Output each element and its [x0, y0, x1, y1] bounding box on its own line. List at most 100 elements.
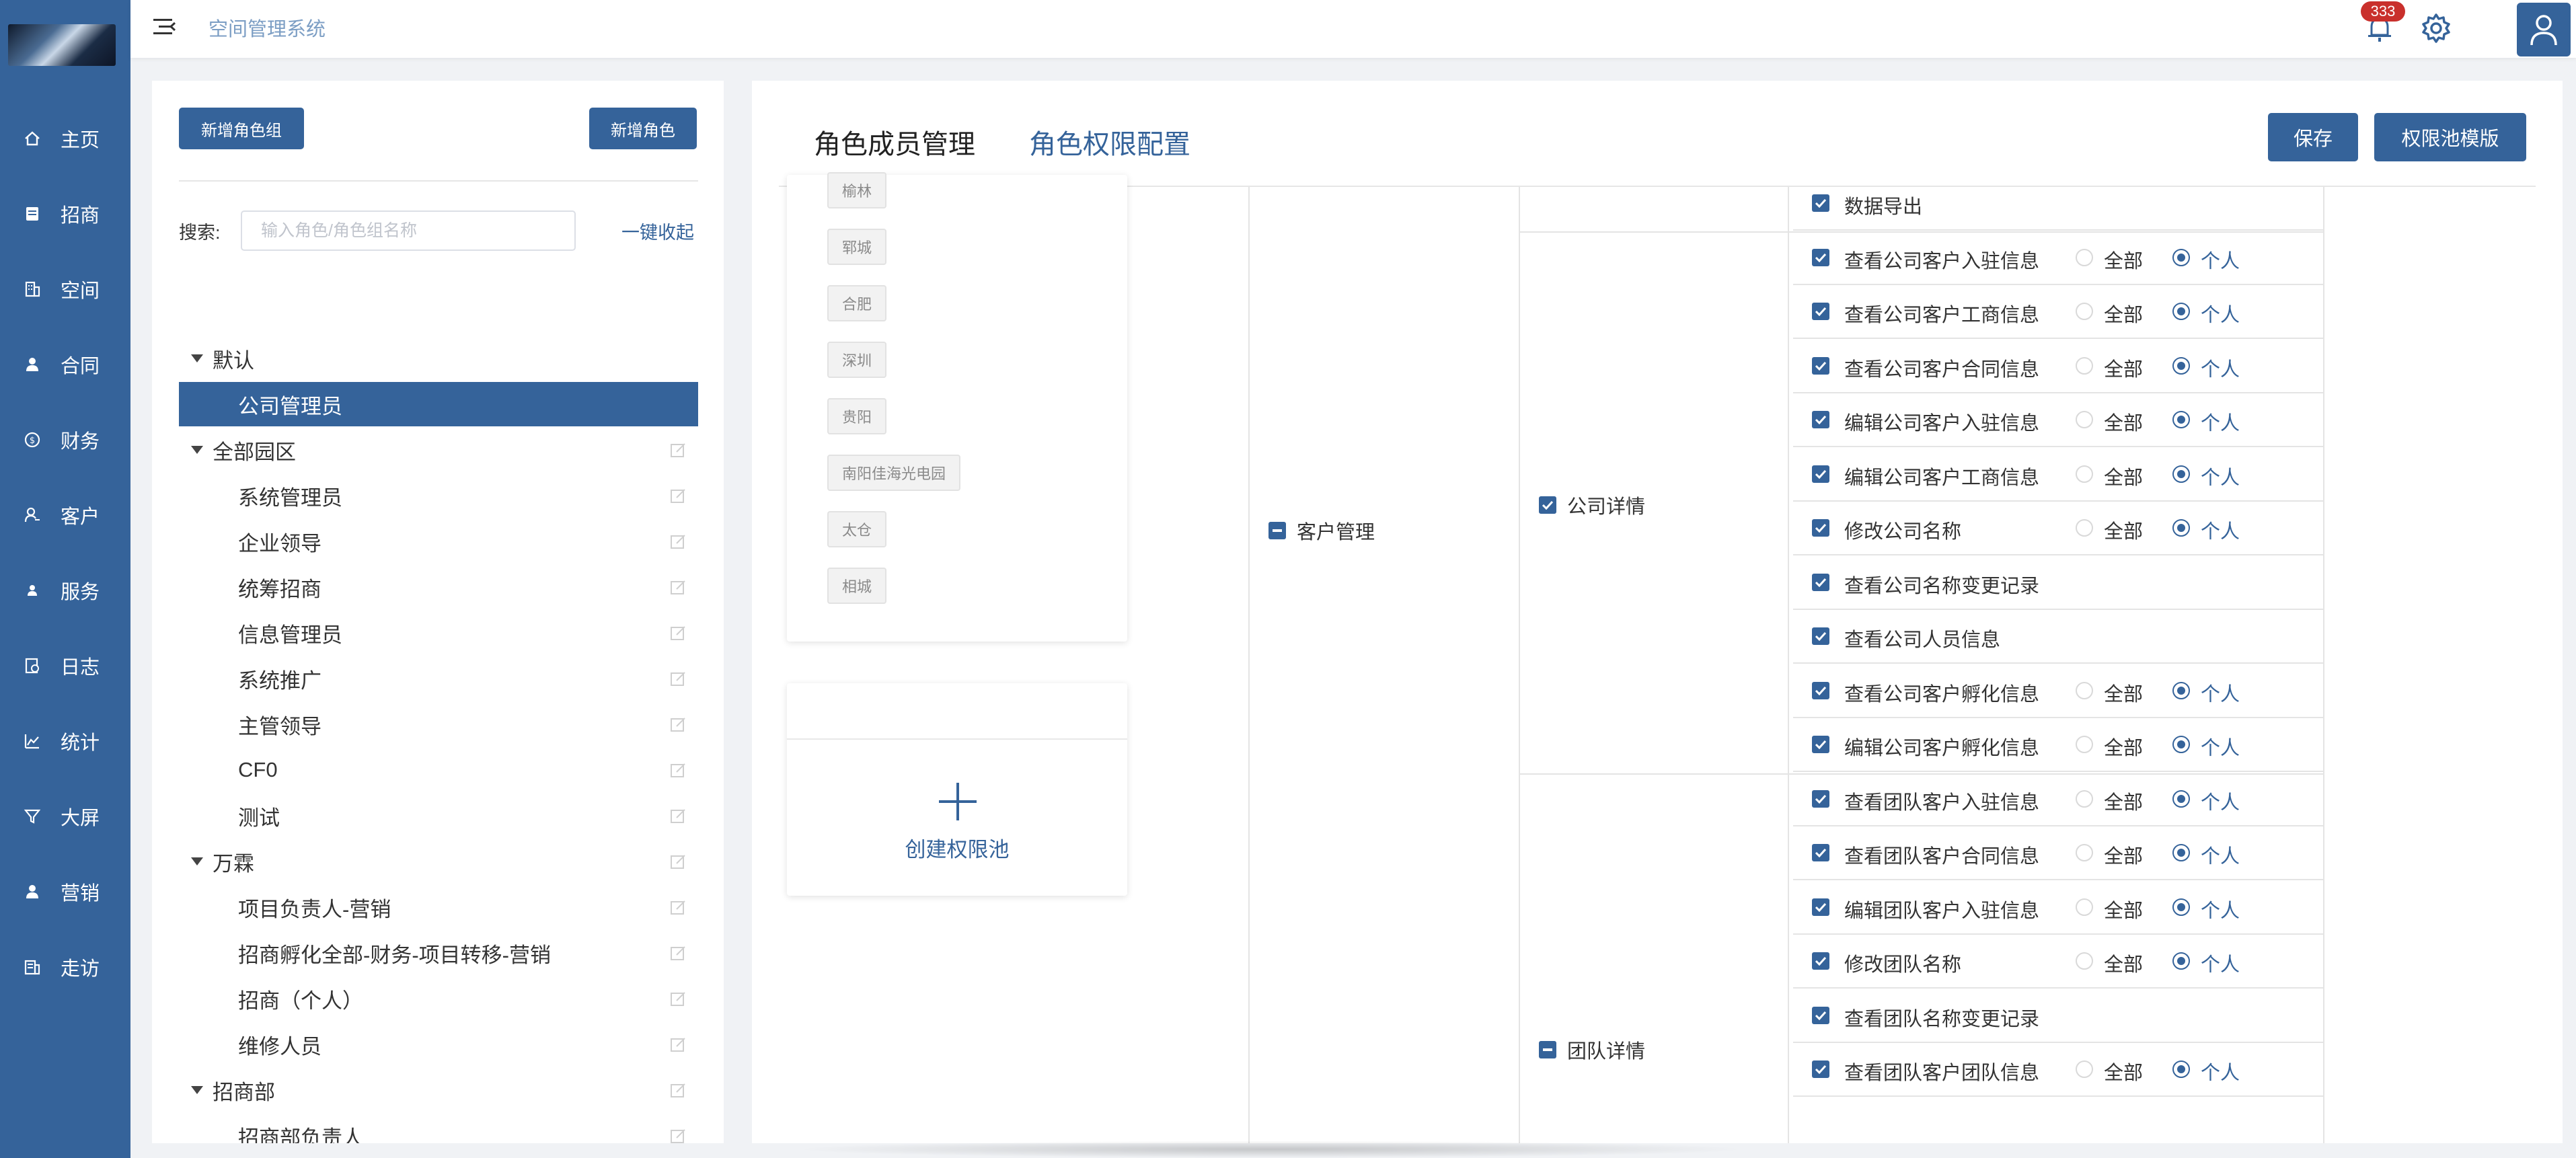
city-tag[interactable]: 太仓: [827, 511, 887, 547]
checkbox-checked-icon[interactable]: [1539, 496, 1556, 514]
settings-gear-icon[interactable]: [2419, 11, 2454, 46]
nav-item-6[interactable]: 服务: [0, 572, 130, 609]
add-role-group-button[interactable]: 新增角色组: [179, 108, 304, 149]
tree-group[interactable]: 招商部: [179, 1068, 698, 1112]
tree-role[interactable]: 系统推广: [179, 656, 698, 701]
radio-self[interactable]: [2172, 248, 2190, 266]
checkbox-checked-icon[interactable]: [1812, 952, 1829, 970]
nav-item-10[interactable]: 营销: [0, 873, 130, 911]
checkbox-checked-icon[interactable]: [1812, 681, 1829, 699]
user-avatar-button[interactable]: [2517, 3, 2571, 56]
tree-role[interactable]: CF0: [179, 748, 698, 792]
edit-icon[interactable]: [670, 1036, 687, 1053]
radio-all[interactable]: [2076, 1060, 2093, 1078]
checkbox-checked-icon[interactable]: [1812, 898, 1829, 916]
nav-item-4[interactable]: $ 财务: [0, 421, 130, 459]
caret-down-icon[interactable]: [191, 446, 203, 454]
checkbox-checked-icon[interactable]: [1812, 194, 1829, 212]
city-tag[interactable]: 榆林: [827, 172, 887, 208]
create-permission-pool-card[interactable]: 创建权限池: [787, 683, 1127, 896]
radio-self[interactable]: [2172, 519, 2190, 537]
tree-group[interactable]: 万霖: [179, 839, 698, 884]
nav-item-8[interactable]: 统计: [0, 722, 130, 760]
checkbox-checked-icon[interactable]: [1812, 736, 1829, 753]
edit-icon[interactable]: [670, 441, 687, 459]
checkbox-checked-icon[interactable]: [1812, 465, 1829, 483]
tree-role[interactable]: 主管领导: [179, 702, 698, 746]
group-company-detail[interactable]: 公司详情: [1539, 491, 1645, 519]
tree-role[interactable]: 企业领导: [179, 519, 698, 564]
edit-icon[interactable]: [670, 807, 687, 824]
city-tag[interactable]: 相城: [827, 568, 887, 604]
menu-toggle-icon[interactable]: [152, 15, 178, 39]
edit-icon[interactable]: [670, 533, 687, 550]
nav-item-9[interactable]: 大屏: [0, 798, 130, 835]
tree-role[interactable]: 招商部负责人: [179, 1114, 698, 1143]
tree-group[interactable]: 默认: [179, 336, 698, 381]
tree-role[interactable]: 系统管理员: [179, 473, 698, 518]
radio-self[interactable]: [2172, 303, 2190, 320]
radio-self[interactable]: [2172, 844, 2190, 861]
tree-role[interactable]: 维修人员: [179, 1022, 698, 1067]
radio-self[interactable]: [2172, 681, 2190, 699]
tree-role[interactable]: 招商孵化全部-财务-项目转移-营销: [179, 931, 698, 975]
radio-all[interactable]: [2076, 519, 2093, 537]
radio-all[interactable]: [2076, 736, 2093, 753]
partial-checkbox-icon[interactable]: [1539, 1041, 1556, 1058]
city-tag[interactable]: 贵阳: [827, 398, 887, 434]
edit-icon[interactable]: [670, 990, 687, 1007]
nav-item-5[interactable]: 客户: [0, 496, 130, 534]
edit-icon[interactable]: [670, 578, 687, 596]
nav-item-2[interactable]: 空间: [0, 270, 130, 308]
checkbox-checked-icon[interactable]: [1812, 627, 1829, 645]
checkbox-checked-icon[interactable]: [1812, 573, 1829, 591]
radio-all[interactable]: [2076, 411, 2093, 428]
radio-self[interactable]: [2172, 356, 2190, 375]
radio-all[interactable]: [2076, 248, 2093, 266]
tree-role[interactable]: 信息管理员: [179, 611, 698, 655]
radio-self[interactable]: [2172, 411, 2190, 428]
permission-template-button[interactable]: 权限池模版: [2374, 113, 2526, 161]
checkbox-checked-icon[interactable]: [1812, 411, 1829, 428]
city-tag[interactable]: 南阳佳海光电园: [827, 455, 961, 491]
add-role-button[interactable]: 新增角色: [589, 108, 697, 149]
caret-down-icon[interactable]: [191, 354, 203, 362]
tab-role-members[interactable]: 角色成员管理: [814, 122, 975, 161]
city-tag[interactable]: 合肥: [827, 285, 887, 321]
checkbox-checked-icon[interactable]: [1812, 789, 1829, 808]
module-customer-management[interactable]: 客户管理: [1268, 516, 1375, 545]
tab-role-permissions[interactable]: 角色权限配置: [1029, 122, 1190, 161]
tree-role[interactable]: 项目负责人-营销: [179, 885, 698, 929]
tree-group[interactable]: 全部园区: [179, 428, 698, 472]
nav-item-0[interactable]: 主页: [0, 120, 130, 157]
tree-role[interactable]: 测试: [179, 794, 698, 838]
checkbox-checked-icon[interactable]: [1812, 1006, 1829, 1024]
collapse-all-link[interactable]: 一键收起: [621, 218, 694, 244]
radio-self[interactable]: [2172, 1060, 2190, 1078]
save-button[interactable]: 保存: [2268, 113, 2358, 161]
nav-item-7[interactable]: 日志: [0, 647, 130, 685]
edit-icon[interactable]: [670, 670, 687, 687]
radio-all[interactable]: [2076, 465, 2093, 483]
edit-icon[interactable]: [670, 716, 687, 733]
radio-self[interactable]: [2172, 736, 2190, 753]
radio-self[interactable]: [2172, 789, 2190, 808]
checkbox-checked-icon[interactable]: [1812, 303, 1829, 320]
radio-self[interactable]: [2172, 465, 2190, 483]
checkbox-checked-icon[interactable]: [1812, 519, 1829, 537]
caret-down-icon[interactable]: [191, 857, 203, 865]
caret-down-icon[interactable]: [191, 1086, 203, 1094]
edit-icon[interactable]: [670, 944, 687, 962]
radio-all[interactable]: [2076, 844, 2093, 861]
edit-icon[interactable]: [670, 1127, 687, 1143]
radio-all[interactable]: [2076, 789, 2093, 808]
edit-icon[interactable]: [670, 1081, 687, 1099]
tree-role[interactable]: 招商（个人）: [179, 976, 698, 1021]
radio-all[interactable]: [2076, 898, 2093, 916]
edit-icon[interactable]: [670, 761, 687, 779]
nav-item-3[interactable]: 合同: [0, 346, 130, 383]
checkbox-checked-icon[interactable]: [1812, 1060, 1829, 1078]
city-tag[interactable]: 郓城: [827, 229, 887, 265]
radio-self[interactable]: [2172, 898, 2190, 916]
city-tag[interactable]: 深圳: [827, 342, 887, 378]
